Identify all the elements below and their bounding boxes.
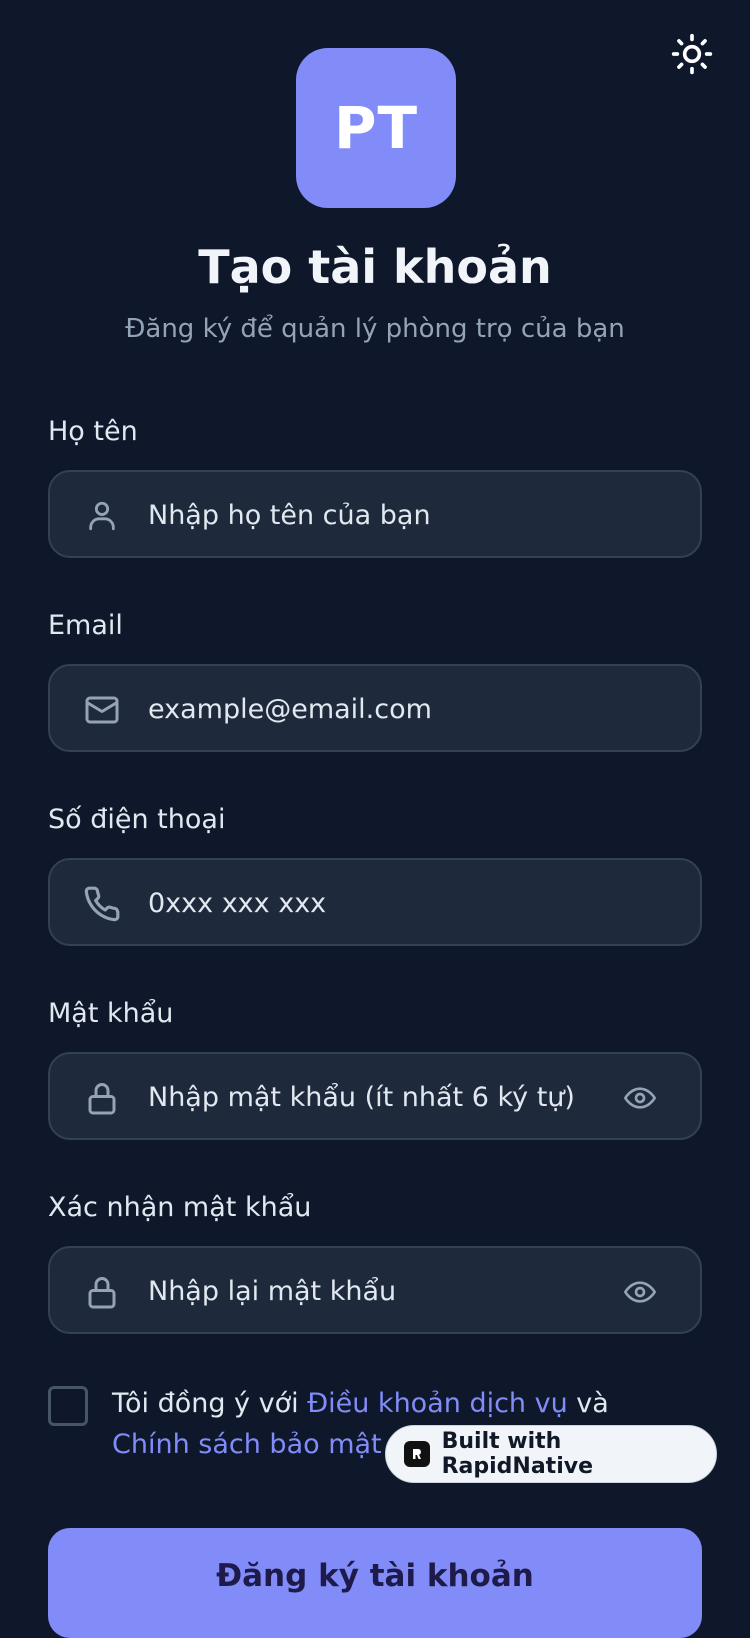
lock-icon: [82, 1078, 122, 1118]
theme-toggle-button[interactable]: [668, 32, 716, 80]
terms-prefix: Tôi đồng ý với: [112, 1388, 308, 1419]
phone-icon: [82, 884, 122, 924]
phone-field[interactable]: [48, 858, 702, 946]
mail-icon: [82, 690, 122, 730]
page-subtitle: Đăng ký để quản lý phòng trọ của bạn: [125, 314, 625, 344]
phone-label: Số điện thoại: [48, 804, 226, 835]
register-button[interactable]: Đăng ký tài khoản: [48, 1528, 702, 1638]
password-input[interactable]: [146, 1054, 590, 1140]
terms-checkbox[interactable]: [48, 1386, 88, 1426]
confirm-password-input[interactable]: [146, 1248, 590, 1334]
email-field[interactable]: [48, 664, 702, 752]
email-input[interactable]: [146, 666, 590, 752]
user-icon: [82, 496, 122, 536]
fullname-field[interactable]: [48, 470, 702, 558]
password-field[interactable]: [48, 1052, 702, 1140]
terms-middle: và: [567, 1388, 609, 1419]
privacy-policy-link[interactable]: Chính sách bảo mật: [112, 1429, 382, 1460]
eye-icon[interactable]: [618, 1076, 662, 1120]
register-button-label: Đăng ký tài khoản: [216, 1558, 534, 1594]
app-logo: PT: [296, 48, 456, 208]
terms-of-service-link[interactable]: Điều khoản dịch vụ: [307, 1388, 568, 1419]
badge-text: Built with RapidNative: [441, 1429, 593, 1479]
eye-icon[interactable]: [618, 1270, 662, 1314]
rapidnative-logo-icon: [404, 1441, 430, 1467]
email-label: Email: [48, 610, 123, 641]
fullname-input[interactable]: [146, 472, 590, 558]
phone-input[interactable]: [146, 860, 590, 946]
fullname-label: Họ tên: [48, 416, 138, 447]
built-with-badge[interactable]: Built with RapidNative: [385, 1425, 717, 1483]
confirm-password-field[interactable]: [48, 1246, 702, 1334]
lock-icon: [82, 1272, 122, 1312]
sun-icon: [670, 32, 714, 80]
confirm-password-label: Xác nhận mật khẩu: [48, 1192, 312, 1223]
page-title: Tạo tài khoản: [198, 240, 552, 294]
password-label: Mật khẩu: [48, 998, 174, 1029]
